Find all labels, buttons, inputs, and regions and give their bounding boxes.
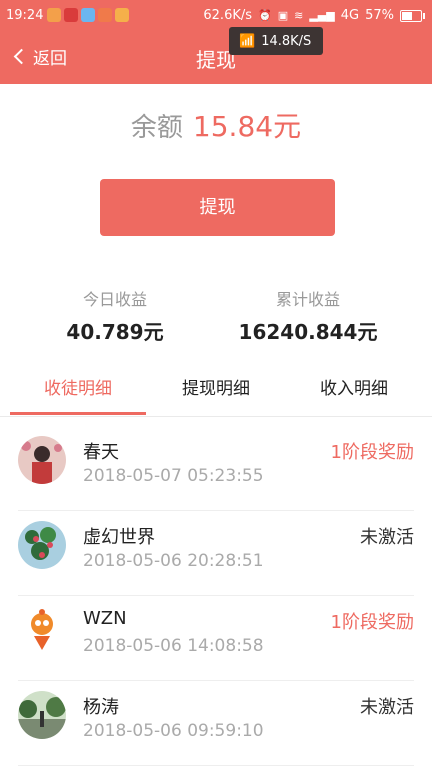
hd-icon: ▣ xyxy=(277,9,289,22)
list-item[interactable]: 春天 2018-05-07 05:23:55 1阶段奖励 xyxy=(18,426,414,511)
join-date: 2018-05-06 20:28:51 xyxy=(83,551,264,571)
status-label: 未激活 xyxy=(360,527,414,548)
list-item[interactable]: 虚幻世界 2018-05-06 20:28:51 未激活 xyxy=(18,511,414,596)
avatar xyxy=(18,691,66,739)
signal-icon: ▂▄▆ xyxy=(309,9,335,22)
page-title: 提现 xyxy=(196,48,236,72)
apprentice-list: 春天 2018-05-07 05:23:55 1阶段奖励 虚幻世界 2018-0… xyxy=(0,426,432,766)
today-earnings-value: 40.789元 xyxy=(66,320,164,344)
join-date: 2018-05-06 14:08:58 xyxy=(83,636,264,656)
status-label: 1阶段奖励 xyxy=(330,612,414,633)
join-date: 2018-05-06 09:59:10 xyxy=(83,721,264,741)
battery-percent: 57% xyxy=(365,8,394,23)
overlay-speed: 14.8K/S xyxy=(261,33,312,49)
alarm-icon: ⏰ xyxy=(258,9,272,22)
network-type: 4G xyxy=(340,8,360,23)
user-name: 春天 xyxy=(83,442,119,463)
list-item[interactable]: 杨涛 2018-05-06 09:59:10 未激活 xyxy=(18,681,414,766)
app-notification-icon xyxy=(81,8,95,22)
status-label: 未激活 xyxy=(360,697,414,718)
avatar xyxy=(18,436,66,484)
user-name: WZN xyxy=(83,608,127,629)
app-notification-icon xyxy=(98,8,112,22)
avatar xyxy=(18,521,66,569)
wifi-icon: 📶 xyxy=(239,33,256,49)
today-earnings: 今日收益 40.789元 xyxy=(25,286,205,345)
balance: 余额 15.84元 xyxy=(0,105,432,145)
status-label: 1阶段奖励 xyxy=(330,442,414,463)
balance-amount: 15.84元 xyxy=(192,110,302,143)
nav-bar: 返回 提现 xyxy=(0,30,432,84)
avatar xyxy=(18,606,66,654)
app-notification-icon xyxy=(64,8,78,22)
wifi-icon: ≋ xyxy=(294,9,304,22)
total-earnings-value: 16240.844元 xyxy=(238,320,378,344)
battery-icon xyxy=(400,9,425,22)
balance-label: 余额 xyxy=(130,113,183,143)
tab-apprentice-details[interactable]: 收徒明细 xyxy=(8,364,148,416)
user-name: 杨涛 xyxy=(83,697,119,718)
tab-withdraw-details[interactable]: 提现明细 xyxy=(146,364,286,416)
today-earnings-label: 今日收益 xyxy=(82,290,147,309)
total-earnings: 累计收益 16240.844元 xyxy=(218,286,398,345)
app-notification-icon xyxy=(47,8,61,22)
notification-icons xyxy=(47,8,129,22)
status-time: 19:24 xyxy=(6,8,44,23)
tab-income-details[interactable]: 收入明细 xyxy=(284,364,424,416)
total-earnings-label: 累计收益 xyxy=(275,290,340,309)
status-right: 62.6K/s ⏰ ▣ ≋ ▂▄▆ 4G 57% xyxy=(203,8,425,23)
network-speed-overlay: 📶 14.8K/S xyxy=(229,27,323,55)
active-tab-indicator xyxy=(10,412,146,415)
withdraw-button[interactable]: 提现 xyxy=(100,179,335,236)
detail-tabs: 收徒明细 提现明细 收入明细 xyxy=(0,364,432,417)
network-speed: 62.6K/s xyxy=(203,8,253,23)
status-bar: 19:24 62.6K/s ⏰ ▣ ≋ ▂▄▆ 4G 57% xyxy=(0,0,432,30)
list-item[interactable]: WZN 2018-05-06 14:08:58 1阶段奖励 xyxy=(18,596,414,681)
app-notification-icon xyxy=(115,8,129,22)
join-date: 2018-05-07 05:23:55 xyxy=(83,466,264,486)
user-name: 虚幻世界 xyxy=(83,527,155,548)
